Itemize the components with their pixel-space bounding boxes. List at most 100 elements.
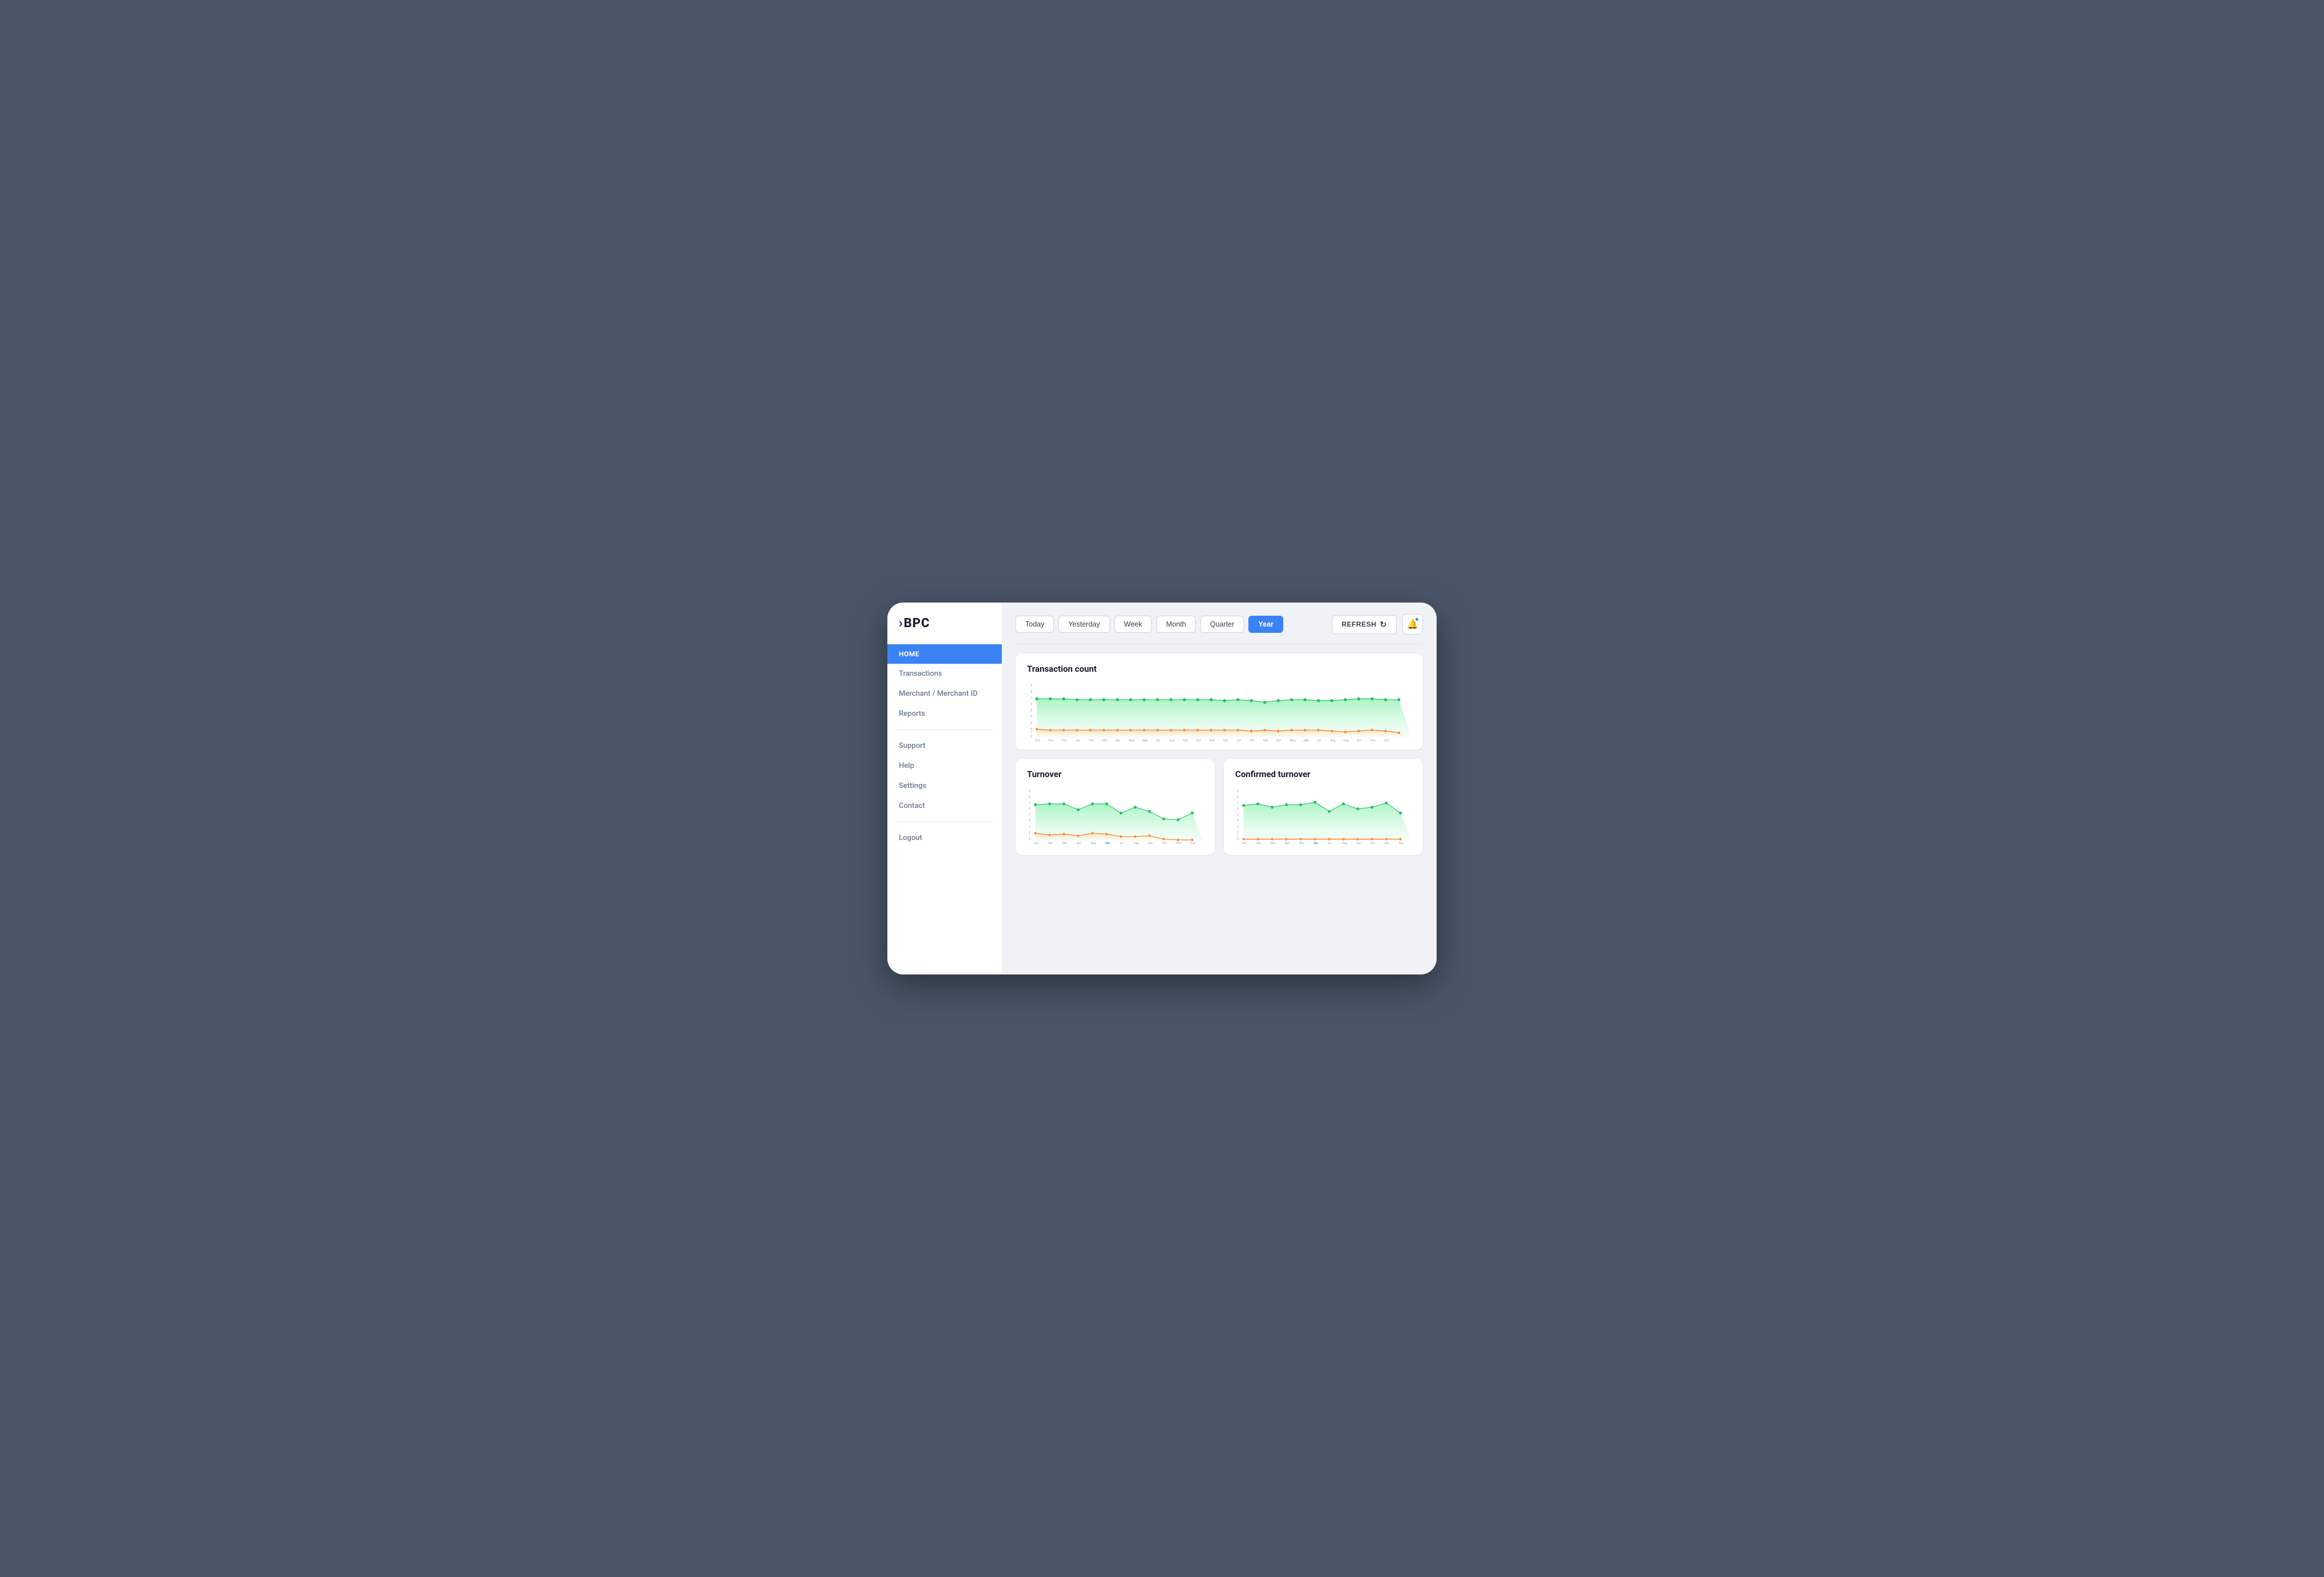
- orange-dot: [1399, 838, 1402, 840]
- orange-dot: [1062, 833, 1065, 835]
- x-label: Dec: [1399, 842, 1404, 845]
- sidebar-item-home[interactable]: HOME: [887, 644, 1002, 664]
- green-dot: [1384, 698, 1387, 701]
- green-dot: [1344, 698, 1347, 701]
- nav-section: HOME Transactions Merchant / Merchant ID…: [887, 644, 1002, 848]
- x-label: Oct: [1357, 739, 1362, 742]
- green-dot: [1223, 699, 1226, 702]
- green-dot: [1035, 698, 1038, 700]
- green-dot: [1148, 810, 1151, 813]
- orange-dot: [1156, 729, 1159, 732]
- orange-dot: [1357, 838, 1359, 840]
- sidebar-item-contact[interactable]: Contact: [887, 796, 1002, 816]
- green-dot: [1129, 698, 1132, 701]
- green-dot: [1290, 698, 1293, 701]
- x-label: Jan: [1034, 842, 1039, 845]
- orange-dot: [1116, 729, 1119, 732]
- period-btn-year[interactable]: Year: [1248, 616, 1283, 633]
- sidebar-item-support[interactable]: Support: [887, 736, 1002, 756]
- orange-dot: [1129, 729, 1132, 732]
- x-label: Jan: [1242, 842, 1247, 845]
- orange-dot: [1236, 729, 1239, 732]
- period-btn-today[interactable]: Today: [1016, 616, 1054, 633]
- orange-dot: [1077, 834, 1079, 837]
- confirmed-turnover-title: Confirmed turnover: [1235, 769, 1411, 779]
- orange-dot: [1048, 833, 1050, 835]
- sidebar-item-transactions[interactable]: Transactions: [887, 664, 1002, 684]
- x-label: Sep: [1356, 842, 1361, 845]
- orange-dot: [1091, 832, 1093, 834]
- x-label: May: [1299, 842, 1304, 845]
- x-label: Aug: [1330, 739, 1336, 742]
- period-btn-yesterday[interactable]: Yesterday: [1058, 616, 1109, 633]
- x-label: Jan: [1236, 739, 1242, 742]
- orange-dot: [1385, 838, 1387, 840]
- turnover-title: Turnover: [1027, 769, 1203, 779]
- orange-dot: [1076, 729, 1078, 732]
- x-label: Mar: [1062, 842, 1068, 845]
- device-frame: › BPC HOME Transactions Merchant / Merch…: [887, 603, 1437, 974]
- y-label: 6: [1029, 807, 1030, 811]
- sidebar-item-reports[interactable]: Reports: [887, 704, 1002, 724]
- refresh-button[interactable]: REFRESH ↻: [1332, 615, 1397, 634]
- green-dot: [1169, 698, 1172, 701]
- green-dot: [1048, 802, 1051, 805]
- orange-dot: [1317, 729, 1320, 732]
- x-label-active: Jun: [1105, 842, 1110, 845]
- orange-dot: [1169, 729, 1172, 732]
- y-label: 0: [1237, 837, 1239, 841]
- x-label: Jul: [1156, 739, 1160, 742]
- green-dot: [1162, 817, 1165, 820]
- y-label: 8: [1029, 795, 1030, 799]
- y-label-2: 2: [1030, 728, 1032, 731]
- green-dot: [1091, 802, 1094, 805]
- green-dot: [1062, 802, 1065, 805]
- x-label: Sep: [1343, 739, 1349, 742]
- green-dot: [1370, 806, 1373, 809]
- x-label: Oct: [1196, 739, 1201, 742]
- sidebar-item-logout[interactable]: Logout: [887, 828, 1002, 848]
- orange-dot: [1143, 729, 1145, 732]
- x-label: Feb: [1089, 739, 1094, 742]
- y-label-9: 9: [1030, 684, 1032, 687]
- period-btn-week[interactable]: Week: [1115, 616, 1152, 633]
- orange-dot: [1371, 838, 1373, 840]
- logo: › BPC: [887, 616, 1002, 644]
- sidebar-item-settings[interactable]: Settings: [887, 776, 1002, 796]
- period-buttons: Today Yesterday Week Month Quarter Year: [1016, 616, 1283, 633]
- notification-button[interactable]: 🔔: [1402, 614, 1423, 635]
- sidebar-item-help[interactable]: Help: [887, 756, 1002, 776]
- x-label: May: [1290, 739, 1296, 742]
- green-dot: [1034, 803, 1037, 806]
- green-dot: [1342, 802, 1345, 805]
- x-label: Oct: [1162, 842, 1167, 845]
- green-dot: [1271, 806, 1274, 809]
- orange-dot: [1134, 835, 1136, 837]
- orange-dot: [1271, 838, 1273, 840]
- logo-text: BPC: [904, 616, 930, 631]
- period-btn-month[interactable]: Month: [1156, 616, 1196, 633]
- green-dot: [1077, 808, 1080, 811]
- orange-dot: [1223, 729, 1226, 732]
- x-label: Mar: [1102, 739, 1108, 742]
- x-label: Dec: [1223, 739, 1228, 742]
- confirmed-turnover-card: Confirmed turnover 9 8 7: [1224, 759, 1423, 855]
- green-dot: [1276, 699, 1279, 702]
- x-label: Jul: [1119, 842, 1123, 845]
- orange-dot: [1344, 731, 1347, 734]
- y-label: 4: [1237, 819, 1239, 822]
- x-label: Dec: [1384, 739, 1389, 742]
- sidebar-item-merchant[interactable]: Merchant / Merchant ID: [887, 684, 1002, 704]
- bottom-charts-row: Turnover 9 8 7 6: [1016, 759, 1423, 855]
- y-label: 6: [1237, 807, 1239, 811]
- green-dot: [1089, 698, 1092, 701]
- green-dot: [1256, 802, 1259, 805]
- y-label: 2: [1029, 831, 1030, 834]
- y-label-6: 6: [1030, 703, 1032, 706]
- orange-dot: [1290, 729, 1293, 732]
- y-label: 3: [1237, 825, 1239, 828]
- period-btn-quarter[interactable]: Quarter: [1200, 616, 1244, 633]
- orange-dot: [1196, 729, 1199, 732]
- x-label-active: Jun: [1143, 739, 1148, 742]
- orange-dot: [1148, 834, 1151, 837]
